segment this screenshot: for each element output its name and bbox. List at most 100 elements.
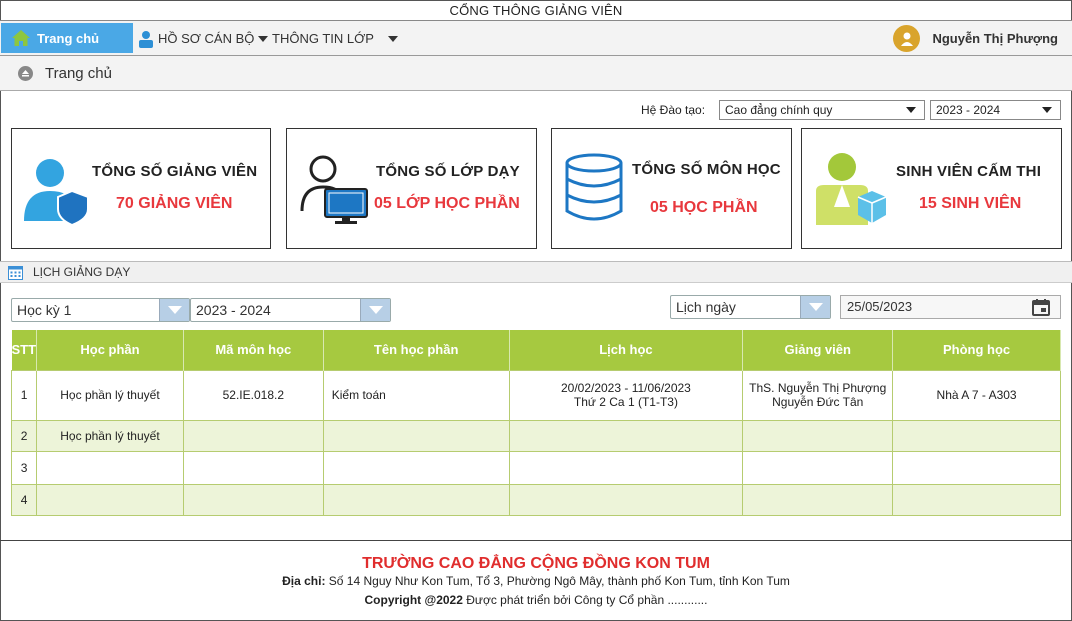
table-row[interactable]: 1 Học phần lý thuyết 52.IE.018.2 Kiểm to… xyxy=(10,369,1061,421)
chevron-down-icon[interactable] xyxy=(800,296,830,318)
date-picker[interactable]: 25/05/2023 xyxy=(840,295,1061,319)
nav-thong-tin-lop-menu[interactable]: THÔNG TIN LỚP xyxy=(272,21,398,56)
main-nav: Trang chủ HỒ SƠ CÁN BỘ THÔNG TIN LỚP Ngu… xyxy=(0,21,1072,56)
footer-address: Địa chỉ: Số 14 Nguy Như Kon Tum, Tổ 3, P… xyxy=(0,574,1072,588)
schedule-table: STT Học phần Mã môn học Tên học phần Lịc… xyxy=(10,330,1061,516)
semester-combo[interactable]: Học kỳ 1 xyxy=(11,298,190,322)
cell-stt: 2 xyxy=(10,419,38,452)
card-title: TỔNG SỐ GIẢNG VIÊN xyxy=(92,163,258,180)
cell-ma-mon xyxy=(182,450,324,485)
eject-icon xyxy=(18,65,33,81)
column-header[interactable]: Mã môn học xyxy=(183,330,324,370)
table-header-row: STT Học phần Mã môn học Tên học phần Lịc… xyxy=(11,330,1061,370)
footer-copyright: Copyright @2022 Được phát triển bởi Công… xyxy=(0,593,1072,607)
card-title: TỔNG SỐ MÔN HỌC xyxy=(632,161,781,178)
lich-hoc-ca: Thứ 2 Ca 1 (T1-T3) xyxy=(573,395,678,409)
cell-lich-hoc xyxy=(508,483,744,516)
nav-ho-so-label: HỒ SƠ CÁN BỘ xyxy=(158,31,255,46)
cell-phong-hoc: Nhà A 7 - A303 xyxy=(892,369,1061,421)
cell-ma-mon: 52.IE.018.2 xyxy=(182,369,324,421)
database-icon xyxy=(565,153,623,221)
year-select[interactable]: 2023 - 2024 xyxy=(930,100,1061,120)
cell-stt: 3 xyxy=(10,450,38,485)
column-header[interactable]: Giảng viên xyxy=(742,330,894,370)
schedule-section-header: LỊCH GIẢNG DẠY xyxy=(0,261,1072,283)
footer-copyright-label: Copyright @2022 xyxy=(364,593,463,607)
program-select[interactable]: Cao đẳng chính quy xyxy=(719,100,925,120)
cell-giang-vien: ThS. Nguyễn Thị Phượng Nguyễn Đức Tân xyxy=(742,369,894,421)
cell-hoc-phan: Học phần lý thuyết xyxy=(36,369,184,421)
year-select-value: 2023 - 2024 xyxy=(936,103,1001,117)
view-mode-combo-value: Lịch ngày xyxy=(676,299,736,315)
cell-phong-hoc xyxy=(892,450,1061,485)
cell-ten-hoc-phan xyxy=(322,419,510,452)
column-header[interactable]: Lịch học xyxy=(509,330,744,370)
calendar-icon[interactable] xyxy=(1032,299,1050,316)
chevron-down-icon xyxy=(906,107,916,113)
cell-ten-hoc-phan xyxy=(322,483,510,516)
page-title: Trang chủ xyxy=(45,64,112,82)
card-title: TỔNG SỐ LỚP DẠY xyxy=(376,163,520,180)
teacher-shield-icon xyxy=(24,159,89,225)
cell-phong-hoc xyxy=(892,419,1061,452)
schedule-section-title: LỊCH GIẢNG DẠY xyxy=(33,265,131,279)
cell-lich-hoc xyxy=(508,419,744,452)
cell-giang-vien xyxy=(742,419,894,452)
cell-phong-hoc xyxy=(892,483,1061,516)
cell-ten-hoc-phan: Kiểm toán xyxy=(322,369,510,421)
nav-home-button[interactable]: Trang chủ xyxy=(1,23,133,53)
schedule-year-combo-value: 2023 - 2024 xyxy=(196,302,271,318)
cell-hoc-phan: Học phần lý thuyết xyxy=(36,419,184,452)
table-row[interactable]: 4 xyxy=(10,483,1061,516)
column-header[interactable]: Tên học phần xyxy=(323,330,510,370)
breadcrumb: Trang chủ xyxy=(0,56,1072,91)
column-header[interactable]: Phòng học xyxy=(892,330,1061,370)
cell-giang-vien xyxy=(742,483,894,516)
card-value: 70 GIẢNG VIÊN xyxy=(116,195,233,212)
cell-stt: 4 xyxy=(10,483,38,516)
stat-card-mon-hoc: TỔNG SỐ MÔN HỌC 05 HỌC PHẦN xyxy=(551,128,792,249)
home-icon xyxy=(12,30,30,46)
date-picker-value: 25/05/2023 xyxy=(847,299,913,314)
giang-vien-2: Nguyễn Đức Tân xyxy=(772,395,864,409)
chevron-down-icon xyxy=(387,35,398,42)
column-header[interactable]: STT xyxy=(11,330,38,370)
stat-card-lop-day: TỔNG SỐ LỚP DẠY 05 LỚP HỌC PHẦN xyxy=(286,128,537,249)
schedule-year-combo[interactable]: 2023 - 2024 xyxy=(190,298,391,322)
cell-ten-hoc-phan xyxy=(322,450,510,485)
user-menu[interactable]: Nguyễn Thị Phượng xyxy=(893,21,1058,56)
cell-ma-mon xyxy=(182,483,324,516)
table-row[interactable]: 2 Học phần lý thuyết xyxy=(10,419,1061,452)
stat-card-cam-thi: SINH VIÊN CẤM THI 15 SINH VIÊN xyxy=(801,128,1062,249)
card-value: 05 HỌC PHẦN xyxy=(650,199,758,216)
footer: TRƯỜNG CAO ĐẲNG CỘNG ĐỒNG KON TUM Địa ch… xyxy=(0,540,1072,621)
app-title: CỔNG THÔNG GIẢNG VIÊN xyxy=(0,0,1072,21)
chevron-down-icon[interactable] xyxy=(159,299,189,321)
giang-vien-1: ThS. Nguyễn Thị Phượng xyxy=(749,381,887,395)
cell-giang-vien xyxy=(742,450,894,485)
cell-ma-mon xyxy=(182,419,324,452)
column-header[interactable]: Học phần xyxy=(36,330,184,370)
footer-address-text: Số 14 Nguy Như Kon Tum, Tổ 3, Phường Ngô… xyxy=(328,574,790,588)
program-filter-label: Hệ Đào tạo: xyxy=(641,103,706,117)
cell-lich-hoc xyxy=(508,450,744,485)
cell-hoc-phan xyxy=(36,450,184,485)
cell-lich-hoc: 20/02/2023 - 11/06/2023 Thứ 2 Ca 1 (T1-T3… xyxy=(508,369,744,421)
view-mode-combo[interactable]: Lịch ngày xyxy=(670,295,831,319)
computer-user-icon xyxy=(300,155,368,224)
program-select-value: Cao đẳng chính quy xyxy=(725,103,833,117)
nav-home-label: Trang chủ xyxy=(37,30,100,46)
lich-hoc-range: 20/02/2023 - 11/06/2023 xyxy=(560,381,691,395)
chevron-down-icon xyxy=(1042,107,1052,113)
card-value: 15 SINH VIÊN xyxy=(919,195,1022,212)
nav-ho-so-menu[interactable]: HỒ SƠ CÁN BỘ xyxy=(138,21,269,56)
cell-hoc-phan xyxy=(36,483,184,516)
card-value: 05 LỚP HỌC PHẦN xyxy=(374,195,520,212)
chevron-down-icon[interactable] xyxy=(360,299,390,321)
staff-icon xyxy=(139,30,153,48)
footer-school-name: TRƯỜNG CAO ĐẲNG CỘNG ĐỒNG KON TUM xyxy=(362,555,710,572)
semester-combo-value: Học kỳ 1 xyxy=(17,302,72,318)
user-name: Nguyễn Thị Phượng xyxy=(932,31,1058,46)
table-row[interactable]: 3 xyxy=(10,450,1061,485)
cell-stt: 1 xyxy=(10,369,38,421)
